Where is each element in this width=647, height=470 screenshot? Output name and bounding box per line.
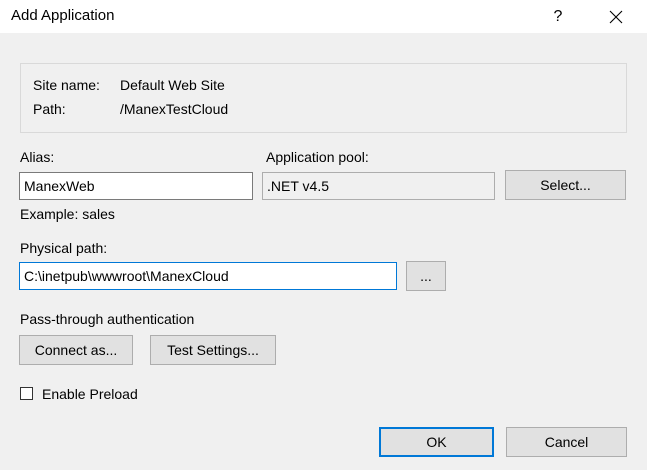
alias-input[interactable]: ManexWeb bbox=[19, 172, 253, 200]
app-pool-label: Application pool: bbox=[266, 149, 369, 165]
browse-button[interactable]: ... bbox=[406, 261, 446, 291]
path-value: /ManexTestCloud bbox=[120, 101, 229, 117]
cancel-label: Cancel bbox=[544, 434, 589, 450]
site-name-row: Site name: Default Web Site bbox=[33, 77, 225, 93]
title-bar: Add Application ? bbox=[0, 0, 647, 33]
pass-through-auth-label: Pass-through authentication bbox=[20, 311, 195, 327]
close-button[interactable] bbox=[594, 0, 638, 33]
test-settings-button[interactable]: Test Settings... bbox=[150, 335, 276, 365]
cancel-button[interactable]: Cancel bbox=[506, 427, 627, 457]
physical-path-input[interactable]: C:\inetpub\wwwroot\ManexCloud bbox=[19, 262, 397, 290]
dialog-title: Add Application bbox=[11, 7, 115, 24]
ok-label: OK bbox=[426, 434, 447, 450]
path-label: Path: bbox=[33, 101, 66, 117]
browse-icon: ... bbox=[420, 268, 432, 284]
help-icon: ? bbox=[553, 7, 563, 25]
test-settings-label: Test Settings... bbox=[167, 342, 259, 358]
enable-preload-label[interactable]: Enable Preload bbox=[42, 386, 138, 402]
app-pool-field: .NET v4.5 bbox=[262, 172, 495, 200]
path-row: Path: /ManexTestCloud bbox=[33, 101, 228, 117]
alias-label: Alias: bbox=[20, 149, 55, 165]
enable-preload-checkbox[interactable] bbox=[20, 387, 33, 400]
site-info-panel: Site name: Default Web Site Path: /Manex… bbox=[20, 63, 627, 133]
site-name-label: Site name: bbox=[33, 77, 100, 93]
site-name-value: Default Web Site bbox=[120, 77, 225, 93]
physical-path-label: Physical path: bbox=[20, 240, 108, 256]
help-button[interactable]: ? bbox=[540, 0, 576, 33]
select-app-pool-button[interactable]: Select... bbox=[505, 170, 626, 200]
connect-as-button[interactable]: Connect as... bbox=[19, 335, 133, 365]
ok-button[interactable]: OK bbox=[379, 427, 494, 457]
close-icon bbox=[609, 10, 623, 23]
add-application-dialog: Add Application ? Site name: Default Web… bbox=[0, 0, 647, 470]
connect-as-label: Connect as... bbox=[34, 342, 118, 358]
select-button-label: Select... bbox=[540, 177, 591, 193]
alias-example: Example: sales bbox=[20, 206, 115, 222]
